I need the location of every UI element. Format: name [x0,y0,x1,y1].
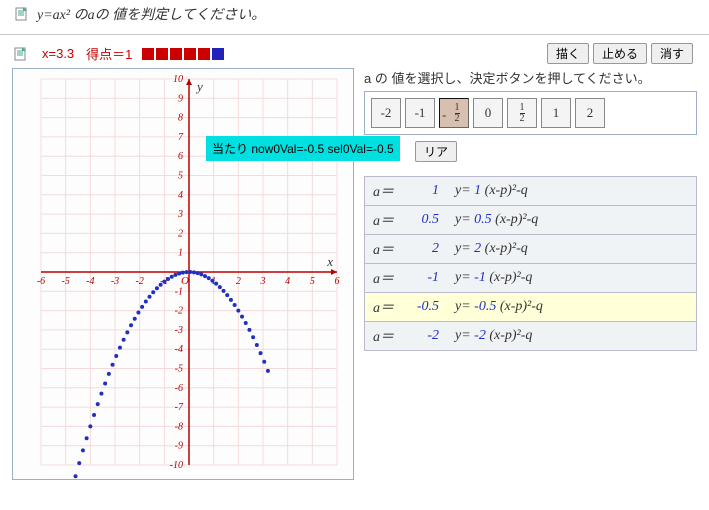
result-row: a＝-0.5y= -0.5 (x-p)²-q [364,293,697,322]
svg-text:5: 5 [178,171,183,182]
question-bar: y=ax² のaの 値を判定してください。 [0,0,709,35]
choice-button-5[interactable]: 1 [541,98,571,128]
svg-text:-1: -1 [175,286,183,297]
stop-button[interactable]: 止める [593,43,647,64]
choice-button-4[interactable]: 12 [507,98,537,128]
result-row: a＝-2y= -2 (x-p)²-q [364,322,697,351]
svg-text:6: 6 [178,151,183,162]
svg-text:10: 10 [173,74,183,85]
svg-text:-4: -4 [175,344,183,355]
clear-button[interactable]: リア [415,141,457,162]
choice-box: -2-1-1201212 [364,91,697,135]
status-row: x=3.3 得点＝1 描く 止める 消す [12,41,697,66]
svg-text:-4: -4 [86,276,94,287]
choice-button-1[interactable]: -1 [405,98,435,128]
svg-text:-7: -7 [175,402,184,413]
result-row: a＝1y= 1 (x-p)²-q [364,176,697,206]
svg-text:4: 4 [178,190,183,201]
svg-text:x: x [326,254,333,269]
svg-text:3: 3 [177,209,183,220]
result-row: a＝-1y= -1 (x-p)²-q [364,264,697,293]
svg-text:9: 9 [178,93,183,104]
result-row: a＝2y= 2 (x-p)²-q [364,235,697,264]
choice-button-0[interactable]: -2 [371,98,401,128]
svg-text:-2: -2 [175,306,183,317]
svg-text:3: 3 [260,276,266,287]
right-panel: a の 値を選択し、決定ボタンを押してください。 -2-1-1201212 当た… [364,68,697,351]
doc-icon [14,47,28,61]
choice-button-2[interactable]: -12 [439,98,469,128]
svg-text:-6: -6 [37,276,45,287]
draw-button[interactable]: 描く [547,43,589,64]
svg-text:1: 1 [178,248,183,259]
svg-text:y: y [195,79,203,94]
score-square [156,48,168,60]
svg-text:-9: -9 [175,441,183,452]
graph-panel: -6-5-4-3-2-1123456-10-9-8-7-6-5-4-3-2-11… [12,68,354,480]
question-text: y=ax² のaの 値を判定してください。 [37,4,265,24]
instruction-text: a の 値を選択し、決定ボタンを押してください。 [364,68,697,87]
svg-text:-3: -3 [175,325,183,336]
svg-text:2: 2 [178,228,183,239]
svg-text:-5: -5 [175,364,183,375]
score-square [184,48,196,60]
tooltip: 当たり now0Val=-0.5 sel0Val=-0.5 [206,136,400,161]
score-square [198,48,210,60]
svg-text:8: 8 [178,113,183,124]
svg-text:-3: -3 [111,276,119,287]
svg-text:6: 6 [335,276,340,287]
score-square [212,48,224,60]
doc-icon [15,7,29,21]
score-squares [142,48,224,60]
x-value: x=3.3 [42,46,74,61]
result-list: a＝1y= 1 (x-p)²-qa＝0.5y= 0.5 (x-p)²-qa＝2y… [364,176,697,351]
svg-text:-6: -6 [175,383,183,394]
result-row: a＝0.5y= 0.5 (x-p)²-q [364,206,697,235]
score-square [170,48,182,60]
svg-text:-2: -2 [135,276,143,287]
svg-text:-5: -5 [61,276,69,287]
svg-text:4: 4 [285,276,290,287]
score-square [142,48,154,60]
choice-button-6[interactable]: 2 [575,98,605,128]
svg-text:-8: -8 [175,421,183,432]
svg-text:2: 2 [236,276,241,287]
choice-button-3[interactable]: 0 [473,98,503,128]
svg-text:-10: -10 [170,460,183,471]
score-value: 得点＝1 [86,44,132,63]
erase-button[interactable]: 消す [651,43,693,64]
svg-text:O: O [181,275,189,287]
svg-text:5: 5 [310,276,315,287]
